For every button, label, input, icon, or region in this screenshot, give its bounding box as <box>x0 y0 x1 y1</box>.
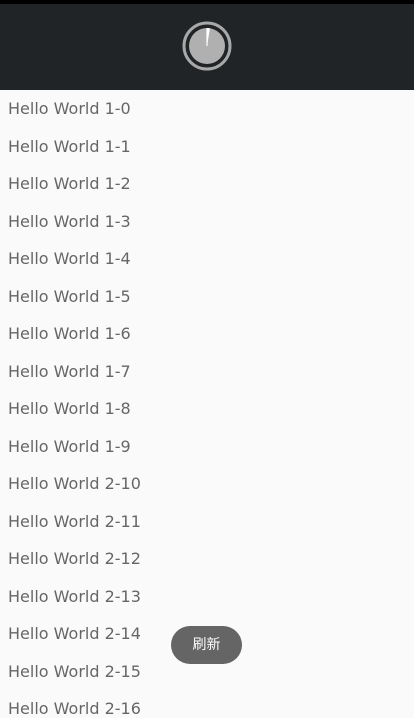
list-item[interactable]: Hello World 1-2 <box>0 165 414 203</box>
refresh-toast: 刷新 <box>171 626 242 664</box>
list-item[interactable]: Hello World 1-0 <box>0 90 414 128</box>
list-item[interactable]: Hello World 1-4 <box>0 240 414 278</box>
pull-to-refresh-header <box>0 4 414 90</box>
list-item[interactable]: Hello World 2-12 <box>0 540 414 578</box>
list-item[interactable]: Hello World 2-13 <box>0 578 414 616</box>
list-item[interactable]: Hello World 1-1 <box>0 128 414 166</box>
list-item[interactable]: Hello World 2-10 <box>0 465 414 503</box>
refresh-spinner-icon[interactable] <box>182 21 232 71</box>
hello-world-list[interactable]: Hello World 1-0 Hello World 1-1 Hello Worl… <box>0 90 414 718</box>
list-item[interactable]: Hello World 1-7 <box>0 353 414 391</box>
list-item[interactable]: Hello World 2-16 <box>0 690 414 718</box>
list-item[interactable]: Hello World 1-8 <box>0 390 414 428</box>
list-item[interactable]: Hello World 1-9 <box>0 428 414 466</box>
list-item[interactable]: Hello World 2-11 <box>0 503 414 541</box>
list-item[interactable]: Hello World 1-3 <box>0 203 414 241</box>
list-item[interactable]: Hello World 1-6 <box>0 315 414 353</box>
list-item[interactable]: Hello World 1-5 <box>0 278 414 316</box>
refresh-spinner-graphic <box>182 21 232 71</box>
